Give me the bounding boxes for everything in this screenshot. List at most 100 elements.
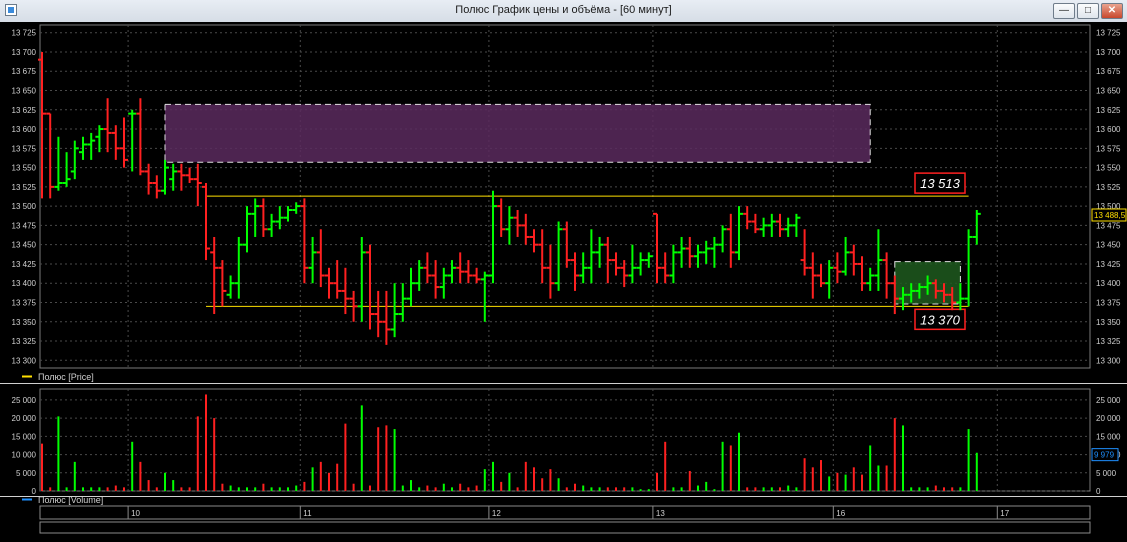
price-tick-left: 13 325 <box>12 337 37 346</box>
ohlc-bar <box>472 267 481 284</box>
ohlc-bar <box>964 229 973 307</box>
ohlc-bar <box>152 175 161 199</box>
volume-tick-left: 0 <box>32 487 37 496</box>
ohlc-bar <box>833 252 842 284</box>
ohlc-bar <box>685 236 694 268</box>
ohlc-bar <box>530 229 538 253</box>
ohlc-bar <box>382 290 391 345</box>
ohlc-bar <box>874 229 883 291</box>
ohlc-bar <box>259 198 268 237</box>
title-bar[interactable]: Полюс График цены и объёма - [60 минут] … <box>0 0 1127 23</box>
ohlc-bar <box>374 290 383 338</box>
window-title: Полюс График цены и объёма - [60 минут] <box>455 4 672 16</box>
ohlc-bar <box>538 229 547 284</box>
price-tick-left: 13 625 <box>12 106 37 115</box>
ohlc-bar <box>866 267 875 291</box>
volume-tick-right: 25 000 <box>1096 396 1121 405</box>
price-tick-right: 13 700 <box>1096 48 1121 57</box>
ohlc-bar <box>571 252 579 291</box>
price-tick-left: 13 475 <box>12 221 37 230</box>
price-tick-left: 13 650 <box>12 87 37 96</box>
ohlc-bar <box>800 229 809 276</box>
chart-canvas[interactable]: 13 513 13 370 13 300 13 300 13 325 13 325 13 … <box>0 22 1127 542</box>
chart-panel[interactable]: 13 513 13 370 13 300 13 300 13 325 13 325 13 … <box>0 22 1127 542</box>
price-tick-right: 13 525 <box>1096 183 1121 192</box>
ohlc-bar <box>841 236 850 276</box>
ohlc-bar <box>448 260 456 284</box>
price-tick-left: 13 300 <box>12 356 37 365</box>
price-tick-left: 13 575 <box>12 144 37 153</box>
ohlc-bar <box>644 252 653 268</box>
ohlc-bar <box>431 260 440 299</box>
chart-window: Полюс График цены и объёма - [60 минут] … <box>0 0 1127 542</box>
ohlc-bar <box>480 271 489 322</box>
volume-tick-left: 10 000 <box>12 451 37 460</box>
ohlc-bar <box>735 206 743 261</box>
ohlc-bar <box>759 217 768 237</box>
price-tick-left: 13 500 <box>12 202 37 211</box>
ohlc-bar <box>415 260 424 291</box>
ohlc-bar <box>497 198 506 237</box>
candles <box>38 51 981 345</box>
ohlc-bar <box>521 213 530 245</box>
price-tick-right: 13 650 <box>1096 87 1121 96</box>
price-tick-right: 13 675 <box>1096 67 1121 76</box>
level-label: 13 513 <box>920 176 961 191</box>
price-tick-right: 13 725 <box>1096 29 1121 38</box>
ohlc-bar <box>202 183 210 261</box>
ohlc-bar <box>784 217 793 237</box>
ohlc-bar <box>300 198 309 284</box>
time-axis <box>39 505 1091 520</box>
price-tick-right: 13 600 <box>1096 125 1121 134</box>
ohlc-bar <box>792 213 801 237</box>
price-tick-right: 13 325 <box>1096 337 1121 346</box>
ohlc-bar <box>849 244 858 276</box>
ohlc-bar <box>554 221 563 291</box>
ohlc-bar <box>38 51 46 199</box>
ohlc-bar <box>718 225 727 253</box>
ohlc-bar <box>546 244 555 299</box>
ohlc-bar <box>161 159 169 195</box>
volume-tick-left: 25 000 <box>12 396 37 405</box>
ohlc-bar <box>292 202 301 214</box>
price-tick-right: 13 475 <box>1096 221 1121 230</box>
volume-tick-left: 20 000 <box>12 414 37 423</box>
close-button[interactable]: ✕ <box>1101 3 1123 19</box>
ohlc-bar <box>587 229 596 284</box>
time-axis-label: 12 <box>492 509 501 518</box>
ohlc-bar <box>316 229 325 288</box>
volume-tick-right: 20 000 <box>1096 414 1121 423</box>
ohlc-bar <box>677 236 686 268</box>
ohlc-bar <box>407 267 415 307</box>
ohlc-bar <box>120 117 128 168</box>
price-tick-right: 13 425 <box>1096 260 1121 269</box>
ohlc-bar <box>251 198 260 237</box>
ohlc-bar <box>726 213 735 268</box>
ohlc-bar <box>54 136 63 191</box>
ohlc-bar <box>767 213 776 237</box>
price-tick-left: 13 700 <box>12 48 37 57</box>
last-volume-label: 9 979 <box>1094 451 1115 460</box>
price-tick-left: 13 675 <box>12 67 37 76</box>
price-tick-right: 13 400 <box>1096 279 1121 288</box>
price-tick-left: 13 350 <box>12 318 37 327</box>
time-axis-label: 10 <box>131 509 140 518</box>
ohlc-bar <box>808 252 817 299</box>
ohlc-bar <box>193 163 202 207</box>
price-tick-left: 13 525 <box>12 183 37 192</box>
price-legend-label: Полюс [Price] <box>38 372 94 382</box>
horizontal-scrollbar[interactable] <box>39 521 1091 534</box>
ohlc-bar <box>87 132 96 160</box>
time-axis-label: 13 <box>656 509 665 518</box>
ohlc-bar <box>595 236 604 268</box>
ohlc-bar <box>308 236 317 284</box>
ohlc-bar <box>111 125 120 160</box>
ohlc-bar <box>776 213 784 237</box>
maximize-button[interactable]: □ <box>1077 3 1099 19</box>
minimize-button[interactable]: — <box>1053 3 1075 19</box>
ohlc-bar <box>751 213 760 234</box>
ohlc-bar <box>46 112 55 199</box>
last-price-label: 13 488,5 <box>1094 211 1126 220</box>
ohlc-bar <box>882 252 891 299</box>
price-tick-right: 13 625 <box>1096 106 1121 115</box>
